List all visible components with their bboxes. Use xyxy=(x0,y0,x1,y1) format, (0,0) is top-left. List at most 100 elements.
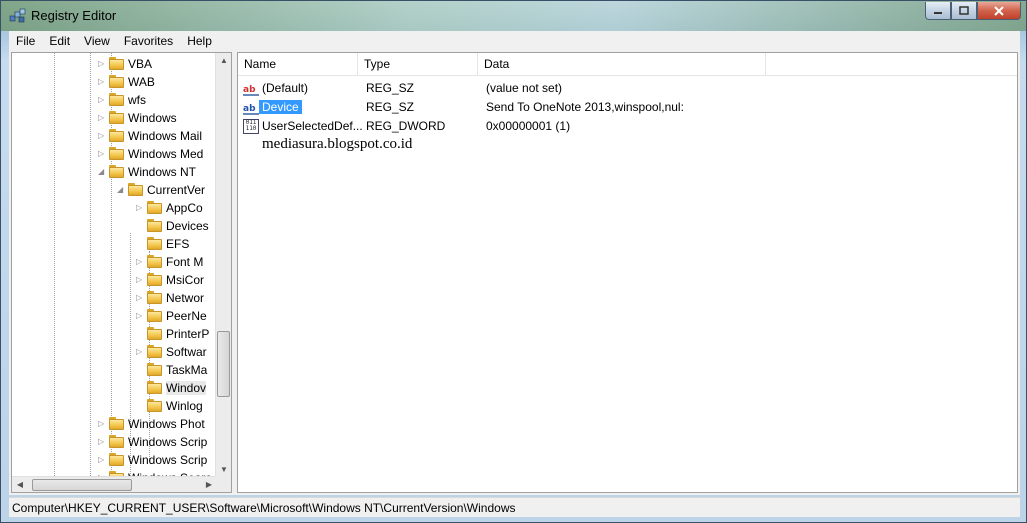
tree-node[interactable]: ▷ wfs xyxy=(12,91,217,109)
tree-vertical-scrollbar[interactable]: ▲ ▼ xyxy=(215,53,231,478)
collapsed-arrow-icon[interactable]: ▷ xyxy=(136,257,144,266)
scroll-up-arrow-icon[interactable]: ▲ xyxy=(216,53,231,69)
tree-node-label: MsiCor xyxy=(166,273,204,287)
tree-node-label: Windov xyxy=(166,381,207,395)
value-type: REG_SZ xyxy=(366,81,415,95)
collapsed-arrow-icon[interactable]: ▷ xyxy=(136,293,144,302)
tree-node[interactable]: ▷ Softwar xyxy=(12,343,217,361)
column-header-type[interactable]: Type xyxy=(358,53,478,76)
tree-node[interactable]: Devices xyxy=(12,217,217,235)
folder-icon xyxy=(147,399,163,413)
values-list-pane[interactable]: Name Type Data ab (Default) REG_SZ (valu… xyxy=(237,52,1018,493)
collapsed-arrow-icon[interactable]: ▷ xyxy=(98,77,106,86)
tree-node[interactable]: ▷ Windows Med xyxy=(12,145,217,163)
tree-node[interactable]: ◢ CurrentVer xyxy=(12,181,217,199)
tree-node[interactable]: ▷ Networ xyxy=(12,289,217,307)
close-icon xyxy=(994,5,1004,16)
column-header-data[interactable]: Data xyxy=(478,53,766,76)
tree-node-label: CurrentVer xyxy=(147,183,206,197)
tree-node[interactable]: ▷ Windows Scrip xyxy=(12,451,217,469)
tree-node-label: Font M xyxy=(166,255,204,269)
value-data: 0x00000001 (1) xyxy=(486,119,571,133)
tree-node-label: Windows Mail xyxy=(128,129,203,143)
key-tree-pane[interactable]: ▷ VBA ▷ WAB ▷ wfs ▷ Windows ▷ Windows Mail ▷ Window… xyxy=(11,52,232,493)
tree-node[interactable]: ▷ Windows Scrip xyxy=(12,433,217,451)
tree-node[interactable]: ▷ PeerNe xyxy=(12,307,217,325)
menu-view[interactable]: View xyxy=(77,34,117,48)
collapsed-arrow-icon[interactable]: ▷ xyxy=(136,203,144,212)
tree-node[interactable]: ▷ Windows Mail xyxy=(12,127,217,145)
folder-icon xyxy=(147,255,163,269)
value-row-selected[interactable]: ab Device REG_SZ Send To OneNote 2013,wi… xyxy=(238,98,1017,117)
caption-buttons xyxy=(925,2,1021,20)
client-area: ▷ VBA ▷ WAB ▷ wfs ▷ Windows ▷ Windows Mail ▷ Window… xyxy=(9,50,1020,495)
folder-icon xyxy=(147,309,163,323)
tree-node-label: Devices xyxy=(166,219,209,233)
tree-node[interactable]: ▷ Windows Phot xyxy=(12,415,217,433)
tree-node[interactable]: EFS xyxy=(12,235,217,253)
tree-vertical-scroll-thumb[interactable] xyxy=(217,331,230,397)
value-name: UserSelectedDef... xyxy=(262,119,363,133)
watermark-text: mediasura.blogspot.co.id xyxy=(262,136,413,152)
key-tree: ▷ VBA ▷ WAB ▷ wfs ▷ Windows ▷ Windows Mail ▷ Window… xyxy=(12,53,217,478)
collapsed-arrow-icon[interactable]: ▷ xyxy=(136,275,144,284)
registry-editor-window: Registry Editor File Edit View Favorites… xyxy=(0,0,1027,523)
tree-node-label: Windows Med xyxy=(128,147,204,161)
collapsed-arrow-icon[interactable]: ▷ xyxy=(98,455,106,464)
title-bar[interactable]: Registry Editor xyxy=(1,1,1026,31)
minimize-button[interactable] xyxy=(925,2,951,20)
tree-node[interactable]: ▷ Windows xyxy=(12,109,217,127)
tree-node-label: Windows Scrip xyxy=(128,435,208,449)
folder-icon xyxy=(109,57,125,71)
expanded-arrow-icon[interactable]: ◢ xyxy=(98,167,106,176)
status-bar: Computer\HKEY_CURRENT_USER\Software\Micr… xyxy=(9,497,1020,517)
tree-node[interactable]: PrinterP xyxy=(12,325,217,343)
expanded-arrow-icon[interactable]: ◢ xyxy=(117,185,125,194)
minimize-icon xyxy=(934,11,942,14)
folder-icon xyxy=(109,93,125,107)
tree-node[interactable]: ▷ WAB xyxy=(12,73,217,91)
menu-edit[interactable]: Edit xyxy=(42,34,77,48)
scrollbar-corner xyxy=(215,476,231,492)
tree-node[interactable]: ▷ Font M xyxy=(12,253,217,271)
tree-node[interactable]: ▷ AppCo xyxy=(12,199,217,217)
string-value-icon: ab xyxy=(243,100,259,115)
menu-file[interactable]: File xyxy=(9,34,42,48)
tree-node-label: AppCo xyxy=(166,201,203,215)
tree-node[interactable]: ▷ VBA xyxy=(12,55,217,73)
column-header-name[interactable]: Name xyxy=(238,53,358,76)
tree-node-label: Windows NT xyxy=(128,165,197,179)
collapsed-arrow-icon[interactable]: ▷ xyxy=(98,437,106,446)
collapsed-arrow-icon[interactable]: ▷ xyxy=(98,113,106,122)
tree-node[interactable]: TaskMa xyxy=(12,361,217,379)
tree-horizontal-scroll-thumb[interactable] xyxy=(32,479,132,491)
collapsed-arrow-icon[interactable]: ▷ xyxy=(136,347,144,356)
value-row[interactable]: 011 110 UserSelectedDef... REG_DWORD 0x00… xyxy=(238,117,1017,136)
folder-icon xyxy=(109,165,125,179)
window-title: Registry Editor xyxy=(31,8,117,23)
folder-icon xyxy=(109,129,125,143)
collapsed-arrow-icon[interactable]: ▷ xyxy=(98,149,106,158)
tree-node-label: wfs xyxy=(128,93,146,107)
scroll-left-arrow-icon[interactable]: ◀ xyxy=(12,477,28,492)
collapsed-arrow-icon[interactable]: ▷ xyxy=(98,131,106,140)
collapsed-arrow-icon[interactable]: ▷ xyxy=(98,59,106,68)
close-button[interactable] xyxy=(977,2,1021,20)
tree-node-label: Softwar xyxy=(166,345,207,359)
menu-bar: File Edit View Favorites Help xyxy=(9,31,1020,50)
folder-icon xyxy=(109,147,125,161)
menu-help[interactable]: Help xyxy=(180,34,219,48)
tree-node[interactable]: ▷ MsiCor xyxy=(12,271,217,289)
collapsed-arrow-icon[interactable]: ▷ xyxy=(136,311,144,320)
tree-node-label: Winlog xyxy=(166,399,203,413)
tree-node-label: Windows Scrip xyxy=(128,453,208,467)
tree-horizontal-scrollbar[interactable]: ◀ ▶ xyxy=(12,476,217,492)
menu-favorites[interactable]: Favorites xyxy=(117,34,180,48)
value-row[interactable]: ab (Default) REG_SZ (value not set) xyxy=(238,79,1017,98)
tree-node-selected[interactable]: Windov xyxy=(12,379,217,397)
collapsed-arrow-icon[interactable]: ▷ xyxy=(98,419,106,428)
tree-node[interactable]: ◢ Windows NT xyxy=(12,163,217,181)
collapsed-arrow-icon[interactable]: ▷ xyxy=(98,95,106,104)
tree-node[interactable]: Winlog xyxy=(12,397,217,415)
maximize-button[interactable] xyxy=(951,2,977,20)
